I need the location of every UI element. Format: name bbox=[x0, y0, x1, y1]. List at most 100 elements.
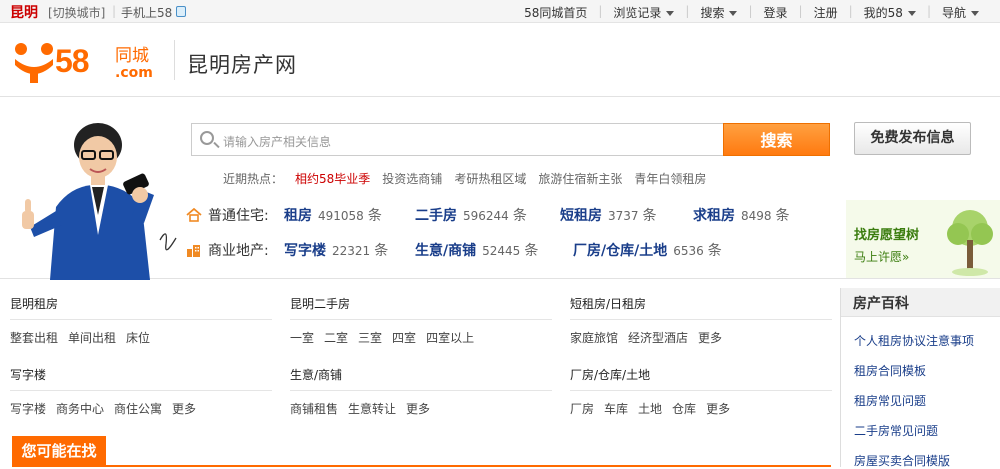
section-title-shop[interactable]: 生意/商铺 bbox=[290, 366, 342, 383]
divider bbox=[290, 390, 552, 391]
baike-title: 房产百科 bbox=[841, 288, 1000, 317]
section-links: 整套出租 单间出租 床位 bbox=[10, 329, 150, 346]
site-header: 58 同城 .com 昆明房产网 bbox=[0, 24, 1000, 96]
section-link[interactable]: 家庭旅馆 bbox=[570, 329, 618, 346]
section-link[interactable]: 一室 bbox=[290, 329, 314, 346]
search-icon bbox=[200, 131, 214, 145]
section-link[interactable]: 车库 bbox=[604, 400, 628, 417]
top-nav-item[interactable]: 我的58 bbox=[853, 4, 927, 21]
logo-58: 58 bbox=[55, 43, 90, 79]
hero-section: 请输入房产相关信息 搜索 免费发布信息 近期热点： 相约58毕业季 投资选商铺 … bbox=[0, 96, 1000, 280]
section-link[interactable]: 写字楼 bbox=[10, 400, 46, 417]
mobile-phone-icon[interactable] bbox=[176, 6, 186, 17]
section-link[interactable]: 更多 bbox=[172, 400, 196, 417]
section-link[interactable]: 仓库 bbox=[672, 400, 696, 417]
residential-row: 普通住宅: 租房 491058 条 二手房 596244 条 短租房 3737 条 求租房 8… bbox=[186, 205, 815, 225]
section-link[interactable]: 更多 bbox=[698, 329, 722, 346]
section-link[interactable]: 床位 bbox=[126, 329, 150, 346]
category-entry-shop[interactable]: 生意/商铺 52445 条 bbox=[415, 240, 548, 260]
section-title-office[interactable]: 写字楼 bbox=[10, 366, 46, 383]
category-label: 普通住宅: bbox=[208, 208, 269, 224]
section-link[interactable]: 更多 bbox=[706, 400, 730, 417]
section-links: 一室 二室 三室 四室 四室以上 bbox=[290, 329, 474, 346]
top-nav-item[interactable]: 搜索 bbox=[689, 4, 748, 21]
chevron-down-icon bbox=[971, 11, 979, 16]
section-title-shortrent[interactable]: 短租房/日租房 bbox=[570, 295, 646, 312]
search-placeholder: 请输入房产相关信息 bbox=[223, 135, 332, 149]
divider: | bbox=[112, 4, 117, 18]
top-nav-item[interactable]: 登录 bbox=[753, 4, 799, 21]
baike-link[interactable]: 房屋买卖合同模版 bbox=[854, 452, 950, 469]
top-bar: 昆明 [切换城市] | 手机上58 58同城首页 | 浏览记录 | 搜索 | 登录 | 注册 | 我… bbox=[0, 0, 1000, 23]
category-entry-factory[interactable]: 厂房/仓库/土地 6536 条 bbox=[573, 240, 722, 260]
section-link[interactable]: 商务中心 bbox=[56, 400, 104, 417]
chevron-down-icon bbox=[666, 11, 675, 16]
switch-city-link[interactable]: [切换城市] bbox=[48, 4, 105, 21]
wish-tree-banner[interactable]: 找房愿望树 马上许愿» bbox=[846, 200, 1000, 278]
section-link[interactable]: 更多 bbox=[406, 400, 430, 417]
search-input[interactable]: 请输入房产相关信息 bbox=[191, 123, 724, 156]
wish-link: 马上许愿» bbox=[854, 250, 910, 264]
section-link[interactable]: 商住公寓 bbox=[114, 400, 162, 417]
top-nav-item[interactable]: 导航 bbox=[931, 4, 990, 21]
section-link[interactable]: 土地 bbox=[638, 400, 662, 417]
baike-link[interactable]: 租房合同模板 bbox=[854, 362, 926, 379]
section-title-rent[interactable]: 昆明租房 bbox=[10, 295, 58, 312]
category-entry-wantrent[interactable]: 求租房 8498 条 bbox=[693, 205, 790, 225]
spokesperson-image bbox=[22, 123, 177, 280]
divider bbox=[10, 390, 272, 391]
section-link[interactable]: 厂房 bbox=[570, 400, 594, 417]
category-entry-rent[interactable]: 租房 491058 条 bbox=[284, 205, 390, 225]
section-link[interactable]: 三室 bbox=[358, 329, 382, 346]
section-link[interactable]: 单间出租 bbox=[68, 329, 116, 346]
section-links: 商铺租售 生意转让 更多 bbox=[290, 400, 430, 417]
section-link[interactable]: 生意转让 bbox=[348, 400, 396, 417]
hot-label: 近期热点： bbox=[223, 172, 284, 186]
logo-tongcheng: 同城 bbox=[115, 46, 149, 66]
divider bbox=[570, 319, 832, 320]
current-city: 昆明 bbox=[10, 5, 38, 21]
section-link[interactable]: 商铺租售 bbox=[290, 400, 338, 417]
commercial-row: 商业地产: 写字楼 22321 条 生意/商铺 52445 条 厂房/仓库/土地 6536… bbox=[186, 240, 747, 260]
hot-link[interactable]: 旅游住宿新主张 bbox=[538, 170, 622, 187]
hot-topics: 近期热点： 相约58毕业季 投资选商铺 考研热租区域 旅游住宿新主张 青年白领租… bbox=[223, 170, 706, 187]
category-label: 商业地产: bbox=[208, 243, 269, 259]
category-entry-office[interactable]: 写字楼 22321 条 bbox=[284, 240, 390, 260]
section-link[interactable]: 四室以上 bbox=[426, 329, 474, 346]
section-links: 家庭旅馆 经济型酒店 更多 bbox=[570, 329, 722, 346]
section-link[interactable]: 整套出租 bbox=[10, 329, 58, 346]
site-logo[interactable]: 58 同城 .com bbox=[13, 39, 163, 89]
you-may-tab[interactable]: 您可能在找 bbox=[12, 436, 106, 466]
baike-link[interactable]: 租房常见问题 bbox=[854, 392, 926, 409]
section-title-factory[interactable]: 厂房/仓库/土地 bbox=[570, 366, 650, 383]
mobile-link[interactable]: 手机上58 bbox=[121, 4, 172, 21]
divider bbox=[570, 390, 832, 391]
house-icon bbox=[186, 208, 202, 222]
category-entry-shortrent[interactable]: 短租房 3737 条 bbox=[560, 205, 668, 225]
search-button[interactable]: 搜索 bbox=[723, 123, 830, 156]
section-links: 厂房 车库 土地 仓库 更多 bbox=[570, 400, 730, 417]
hot-link[interactable]: 青年白领租房 bbox=[634, 170, 706, 187]
section-link[interactable]: 四室 bbox=[392, 329, 416, 346]
building-icon bbox=[187, 245, 200, 257]
free-post-button[interactable]: 免费发布信息 bbox=[854, 122, 971, 155]
section-links: 写字楼 商务中心 商住公寓 更多 bbox=[10, 400, 196, 417]
hot-link[interactable]: 投资选商铺 bbox=[382, 170, 442, 187]
logo-dotcom: .com bbox=[115, 65, 153, 81]
baike-link[interactable]: 二手房常见问题 bbox=[854, 422, 938, 439]
top-nav-item[interactable]: 58同城首页 bbox=[513, 4, 598, 21]
smiley-logo-icon bbox=[15, 43, 53, 83]
chevron-down-icon bbox=[907, 11, 916, 16]
hot-link[interactable]: 相约58毕业季 bbox=[295, 170, 370, 187]
baike-link[interactable]: 个人租房协议注意事项 bbox=[854, 332, 974, 349]
section-link[interactable]: 经济型酒店 bbox=[628, 329, 688, 346]
hot-link[interactable]: 考研热租区域 bbox=[454, 170, 526, 187]
header-divider bbox=[174, 40, 175, 80]
category-entry-secondhand[interactable]: 二手房 596244 条 bbox=[415, 205, 535, 225]
top-nav-item[interactable]: 浏览记录 bbox=[602, 4, 685, 21]
wish-title: 找房愿望树 bbox=[854, 228, 920, 243]
section-title-secondhand[interactable]: 昆明二手房 bbox=[290, 295, 350, 312]
top-nav-item[interactable]: 注册 bbox=[803, 4, 849, 21]
section-link[interactable]: 二室 bbox=[324, 329, 348, 346]
chevron-down-icon bbox=[729, 11, 738, 16]
